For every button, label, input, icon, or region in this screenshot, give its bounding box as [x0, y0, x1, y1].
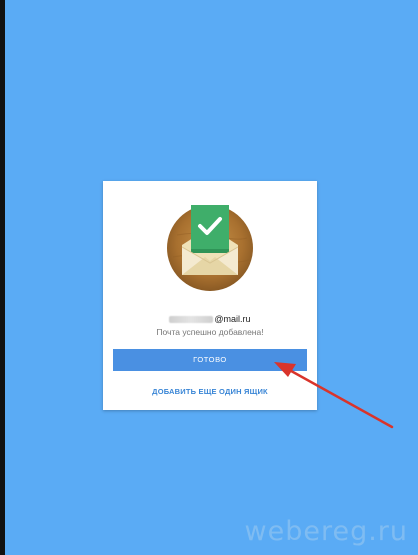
app-background: @mail.ru Почта успешно добавлена! ГОТОВО… — [0, 0, 418, 555]
screen-edge — [0, 0, 5, 555]
mail-envelope-check-icon — [167, 205, 253, 291]
email-domain: @mail.ru — [214, 314, 251, 324]
add-another-mailbox-link[interactable]: ДОБАВИТЬ ЕЩЕ ОДИН ЯЩИК — [103, 387, 317, 396]
email-address: @mail.ru — [103, 314, 317, 324]
mail-added-dialog: @mail.ru Почта успешно добавлена! ГОТОВО… — [103, 181, 317, 410]
email-username-redacted — [169, 316, 214, 323]
status-message: Почта успешно добавлена! — [156, 327, 264, 337]
done-button[interactable]: ГОТОВО — [113, 349, 307, 371]
site-watermark: webereg.ru — [244, 516, 408, 547]
